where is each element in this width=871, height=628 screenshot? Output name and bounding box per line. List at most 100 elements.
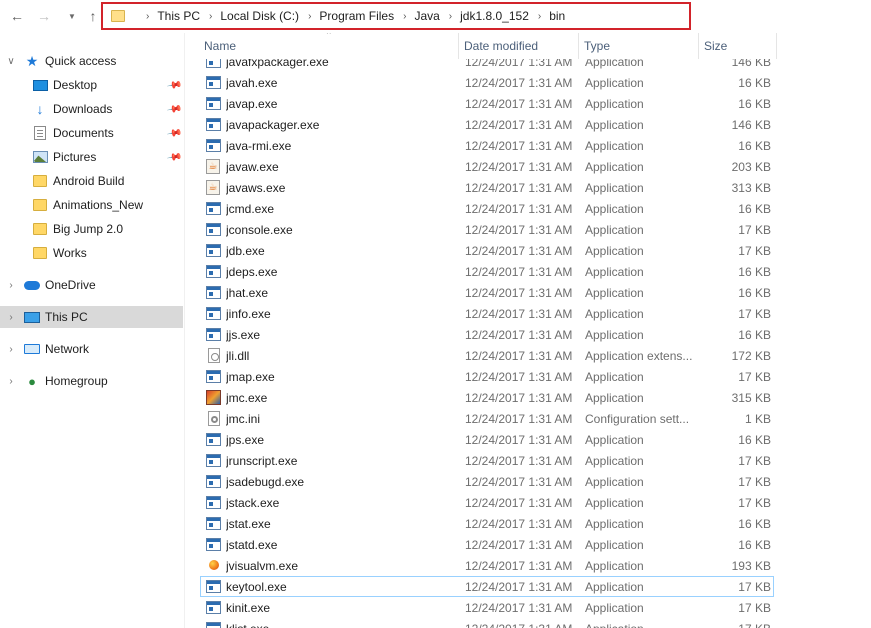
nav-label: Pictures <box>53 150 97 164</box>
application-icon <box>206 453 222 469</box>
file-row[interactable]: jmc.exe 12/24/2017 1:31 AM Application 315 … <box>200 387 774 408</box>
file-row[interactable]: jmap.exe 12/24/2017 1:31 AM Application 17 … <box>200 366 774 387</box>
file-row[interactable]: kinit.exe 12/24/2017 1:31 AM Application 17… <box>200 597 774 618</box>
address-bar[interactable]: › This PC › Local Disk (C:) › Program Files › J… <box>101 2 691 30</box>
breadcrumb-item[interactable]: Java <box>414 9 439 23</box>
file-row[interactable]: jstatd.exe 12/24/2017 1:31 AM Application 1… <box>200 534 774 555</box>
file-row[interactable]: jvisualvm.exe 12/24/2017 1:31 AM Applicati… <box>200 555 774 576</box>
expanded-chevron-icon[interactable]: ∨ <box>6 56 16 67</box>
nav-item-onedrive[interactable]: › OneDrive <box>0 274 183 296</box>
nav-item-android-build[interactable]: Android Build <box>0 170 183 192</box>
breadcrumb-separator-icon[interactable]: › <box>308 11 311 22</box>
file-row[interactable]: jdeps.exe 12/24/2017 1:31 AM Application 16… <box>200 261 774 282</box>
breadcrumb-separator-icon[interactable]: › <box>209 11 212 22</box>
breadcrumb-item[interactable]: jdk1.8.0_152 <box>460 9 529 23</box>
nav-item-homegroup[interactable]: › ● Homegroup <box>0 370 183 392</box>
up-arrow-icon[interactable]: ↑ <box>85 8 101 24</box>
collapsed-chevron-icon[interactable]: › <box>6 376 16 387</box>
collapsed-chevron-icon[interactable]: › <box>6 312 16 323</box>
file-size: 16 KB <box>738 265 771 279</box>
breadcrumb-separator-icon[interactable]: › <box>403 11 406 22</box>
recent-locations-chevron-icon[interactable]: ▼ <box>64 8 80 24</box>
file-name: jstat.exe <box>226 517 271 531</box>
nav-item-works[interactable]: Works <box>0 242 183 264</box>
nav-item-animations-new[interactable]: Animations_New <box>0 194 183 216</box>
nav-item-downloads[interactable]: ↓ Downloads 📌 <box>0 98 183 120</box>
application-icon <box>206 138 222 154</box>
file-size: 315 KB <box>731 391 771 405</box>
nav-item-quick-access[interactable]: ∨ ★ Quick access <box>0 50 183 72</box>
file-size: 193 KB <box>731 559 771 573</box>
file-row[interactable]: klist.exe 12/24/2017 1:31 AM Application 17… <box>200 618 774 628</box>
file-row[interactable]: jstat.exe 12/24/2017 1:31 AM Application 16… <box>200 513 774 534</box>
file-row[interactable]: jmc.ini 12/24/2017 1:31 AM Configuration s… <box>200 408 774 429</box>
pin-icon: 📌 <box>165 148 183 166</box>
column-header-size[interactable]: Size <box>699 33 777 59</box>
column-header-type[interactable]: Type <box>579 33 699 59</box>
file-type: Application <box>585 538 644 552</box>
collapsed-chevron-icon[interactable]: › <box>6 280 16 291</box>
file-name: javap.exe <box>226 97 278 111</box>
file-type: Application <box>585 118 644 132</box>
file-row[interactable]: jstack.exe 12/24/2017 1:31 AM Application 1… <box>200 492 774 513</box>
file-row[interactable]: keytool.exe 12/24/2017 1:31 AM Application… <box>200 576 774 597</box>
breadcrumb-separator-icon[interactable]: › <box>449 11 452 22</box>
file-row[interactable]: java-rmi.exe 12/24/2017 1:31 AM Applicatio… <box>200 135 774 156</box>
file-type: Application <box>585 517 644 531</box>
file-row[interactable]: ☕ javaws.exe 12/24/2017 1:31 AM Application… <box>200 177 774 198</box>
nav-label: Desktop <box>53 78 98 92</box>
file-row[interactable]: javap.exe 12/24/2017 1:31 AM Application 16… <box>200 93 774 114</box>
collapsed-chevron-icon[interactable]: › <box>6 344 16 355</box>
nav-item-pictures[interactable]: Pictures 📌 <box>0 146 183 168</box>
breadcrumb-item[interactable]: Program Files <box>319 9 394 23</box>
file-date-modified: 12/24/2017 1:31 AM <box>465 433 573 447</box>
file-date-modified: 12/24/2017 1:31 AM <box>465 517 573 531</box>
file-row[interactable]: ☕ javaw.exe 12/24/2017 1:31 AM Application 2… <box>200 156 774 177</box>
navigation-pane: ∨ ★ Quick access Desktop 📌 ↓ Downloads 📌… <box>0 33 185 628</box>
file-type: Application extens... <box>585 349 693 363</box>
file-row[interactable]: jrunscript.exe 12/24/2017 1:31 AM Applicat… <box>200 450 774 471</box>
breadcrumb-separator-icon[interactable]: › <box>538 11 541 22</box>
file-row[interactable]: jconsole.exe 12/24/2017 1:31 AM Applicatio… <box>200 219 774 240</box>
file-name: jstack.exe <box>226 496 280 510</box>
file-type: Application <box>585 454 644 468</box>
file-size: 313 KB <box>731 181 771 195</box>
file-row[interactable]: jdb.exe 12/24/2017 1:31 AM Application 17 K… <box>200 240 774 261</box>
file-row[interactable]: jps.exe 12/24/2017 1:31 AM Application 16 K… <box>200 429 774 450</box>
nav-item-this-pc[interactable]: › This PC <box>0 306 183 328</box>
file-date-modified: 12/24/2017 1:31 AM <box>465 181 573 195</box>
breadcrumb-item[interactable]: bin <box>549 9 565 23</box>
forward-arrow-icon[interactable]: → <box>36 8 52 24</box>
column-header-date-modified[interactable]: Date modified <box>459 33 579 59</box>
nav-item-big-jump[interactable]: Big Jump 2.0 <box>0 218 183 240</box>
breadcrumb-separator-icon[interactable]: › <box>146 11 149 22</box>
file-row[interactable]: javapackager.exe 12/24/2017 1:31 AM Applic… <box>200 114 774 135</box>
file-date-modified: 12/24/2017 1:31 AM <box>465 76 573 90</box>
nav-label: Android Build <box>53 174 125 188</box>
nav-item-network[interactable]: › Network <box>0 338 183 360</box>
column-header-name[interactable]: Name <box>199 33 459 59</box>
pin-icon: 📌 <box>165 124 183 142</box>
file-type: Configuration sett... <box>585 412 690 426</box>
breadcrumb-item[interactable]: This PC <box>157 9 200 23</box>
file-name: javaw.exe <box>226 160 279 174</box>
file-name: jcmd.exe <box>226 202 275 216</box>
desktop-icon <box>32 77 48 93</box>
nav-item-desktop[interactable]: Desktop 📌 <box>0 74 183 96</box>
file-row[interactable]: javah.exe 12/24/2017 1:31 AM Application 16… <box>200 72 774 93</box>
file-row[interactable]: jcmd.exe 12/24/2017 1:31 AM Application 16 … <box>200 198 774 219</box>
breadcrumb-item[interactable]: Local Disk (C:) <box>220 9 299 23</box>
back-arrow-icon[interactable]: ← <box>9 8 25 24</box>
file-list: javafxpackager.exe 12/24/2017 1:31 AM Appl… <box>186 33 871 628</box>
nav-item-documents[interactable]: Documents 📌 <box>0 122 183 144</box>
file-date-modified: 12/24/2017 1:31 AM <box>465 160 573 174</box>
application-icon <box>206 327 222 343</box>
file-row[interactable]: jhat.exe 12/24/2017 1:31 AM Application 16 … <box>200 282 774 303</box>
file-row[interactable]: jinfo.exe 12/24/2017 1:31 AM Application 17… <box>200 303 774 324</box>
file-row[interactable]: jli.dll 12/24/2017 1:31 AM Application ext… <box>200 345 774 366</box>
file-date-modified: 12/24/2017 1:31 AM <box>465 349 573 363</box>
pictures-icon <box>32 149 48 165</box>
file-row[interactable]: jjs.exe 12/24/2017 1:31 AM Application 16 K… <box>200 324 774 345</box>
file-type: Application <box>585 475 644 489</box>
file-row[interactable]: jsadebugd.exe 12/24/2017 1:31 AM Applicati… <box>200 471 774 492</box>
